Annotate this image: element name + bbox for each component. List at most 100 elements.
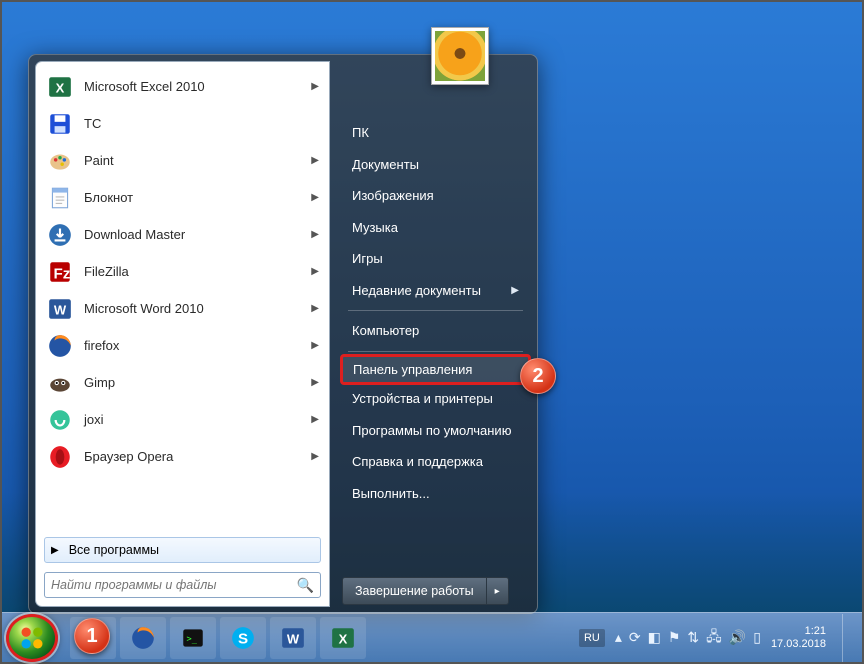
right-label: Справка и поддержка <box>352 454 483 469</box>
svg-text:>_: >_ <box>187 634 198 644</box>
submenu-arrow-icon: ▶ <box>511 285 519 296</box>
right-item-pc[interactable]: ПК <box>342 117 529 149</box>
submenu-arrow-icon: ▶ <box>311 377 319 388</box>
program-item-excel[interactable]: X Microsoft Excel 2010 ▶ <box>38 68 327 105</box>
taskbar-item-skype[interactable]: S <box>220 617 266 659</box>
taskbar: >_ S W X RU ▴ ⟳ ◧ ⚑ ⇅ 🖧 🔊 ▯ 1:21 17.03.2… <box>2 612 862 662</box>
program-item-tc[interactable]: TC <box>38 105 327 142</box>
right-item-help-support[interactable]: Справка и поддержка <box>342 446 529 478</box>
program-item-filezilla[interactable]: Fz FileZilla ▶ <box>38 253 327 290</box>
right-item-devices-printers[interactable]: Устройства и принтеры <box>342 383 529 415</box>
right-item-pictures[interactable]: Изображения <box>342 180 529 212</box>
paint-icon <box>46 147 74 175</box>
taskbar-item-excel[interactable]: X <box>320 617 366 659</box>
submenu-arrow-icon: ▶ <box>311 229 319 240</box>
joxi-icon <box>46 406 74 434</box>
filezilla-icon: Fz <box>46 258 74 286</box>
annotation-bubble-2: 2 <box>520 358 556 394</box>
shutdown-row: Завершение работы ▸ <box>342 577 529 605</box>
annotation-bubble-1: 1 <box>74 618 110 654</box>
submenu-arrow-icon: ▶ <box>311 155 319 166</box>
tray-app-icon[interactable]: ◧ <box>648 629 661 646</box>
taskbar-item-firefox[interactable] <box>120 617 166 659</box>
right-item-control-panel[interactable]: Панель управления <box>340 354 531 386</box>
search-input[interactable] <box>51 578 297 592</box>
right-item-run[interactable]: Выполнить... <box>342 478 529 510</box>
separator <box>348 351 523 352</box>
right-label: Изображения <box>352 188 434 203</box>
tray-battery-icon[interactable]: ▯ <box>753 629 761 646</box>
clock-time: 1:21 <box>771 625 826 638</box>
start-menu-right-pane: ПК Документы Изображения Музыка Игры Нед… <box>330 55 537 613</box>
taskbar-item-word[interactable]: W <box>270 617 316 659</box>
user-picture-flower-icon <box>435 31 485 81</box>
shutdown-label: Завершение работы <box>355 584 474 598</box>
right-label: Компьютер <box>352 323 419 338</box>
start-button[interactable] <box>6 614 58 662</box>
all-programs-label: Все программы <box>69 543 159 557</box>
all-programs-button[interactable]: ▶ Все программы <box>44 537 321 563</box>
right-item-computer[interactable]: Компьютер <box>342 315 529 347</box>
right-label: Недавние документы <box>352 283 481 298</box>
tray-shield-icon[interactable]: ⚑ <box>668 629 681 646</box>
save-icon <box>46 110 74 138</box>
shutdown-button[interactable]: Завершение работы <box>342 577 487 605</box>
firefox-icon <box>46 332 74 360</box>
tray-volume-icon[interactable]: 🔊 <box>729 629 746 646</box>
program-item-word[interactable]: W Microsoft Word 2010 ▶ <box>38 290 327 327</box>
program-item-paint[interactable]: Paint ▶ <box>38 142 327 179</box>
show-desktop-button[interactable] <box>842 614 854 662</box>
program-item-opera[interactable]: Браузер Opera ▶ <box>38 438 327 475</box>
svg-text:Fz: Fz <box>54 265 71 282</box>
taskbar-pinned-area: >_ S W X <box>70 617 366 659</box>
program-label: firefox <box>84 338 119 353</box>
word-icon: W <box>46 295 74 323</box>
taskbar-item-terminal[interactable]: >_ <box>170 617 216 659</box>
program-label: Paint <box>84 153 114 168</box>
program-item-gimp[interactable]: Gimp ▶ <box>38 364 327 401</box>
windows-logo-icon <box>18 624 46 652</box>
right-label: Игры <box>352 251 383 266</box>
right-item-documents[interactable]: Документы <box>342 149 529 181</box>
submenu-arrow-icon: ▶ <box>311 451 319 462</box>
right-label: ПК <box>352 125 369 140</box>
program-item-download-master[interactable]: Download Master ▶ <box>38 216 327 253</box>
system-tray: RU ▴ ⟳ ◧ ⚑ ⇅ 🖧 🔊 ▯ 1:21 17.03.2018 <box>579 614 854 662</box>
right-label: Музыка <box>352 220 398 235</box>
program-label: Браузер Opera <box>84 449 173 464</box>
tray-usb-icon[interactable]: ⇅ <box>687 629 699 646</box>
program-label: Download Master <box>84 227 185 242</box>
separator <box>348 310 523 311</box>
start-menu-left-pane: X Microsoft Excel 2010 ▶ TC Paint ▶ Блок… <box>35 61 330 607</box>
program-item-firefox[interactable]: firefox ▶ <box>38 327 327 364</box>
right-label: Панель управления <box>353 362 472 377</box>
shutdown-options-button[interactable]: ▸ <box>487 577 509 605</box>
program-label: Блокнот <box>84 190 133 205</box>
language-indicator[interactable]: RU <box>579 629 605 647</box>
program-label: Microsoft Excel 2010 <box>84 79 205 94</box>
submenu-arrow-icon: ▶ <box>311 303 319 314</box>
program-list: X Microsoft Excel 2010 ▶ TC Paint ▶ Блок… <box>38 68 327 534</box>
search-box[interactable]: 🔍 <box>44 572 321 598</box>
tray-sync-icon[interactable]: ⟳ <box>629 629 641 646</box>
program-label: Microsoft Word 2010 <box>84 301 204 316</box>
program-item-notepad[interactable]: Блокнот ▶ <box>38 179 327 216</box>
tray-chevron-up-icon[interactable]: ▴ <box>615 629 622 646</box>
submenu-arrow-icon: ▶ <box>311 414 319 425</box>
right-label: Документы <box>352 157 419 172</box>
gimp-icon <box>46 369 74 397</box>
right-label: Устройства и принтеры <box>352 391 493 406</box>
right-item-music[interactable]: Музыка <box>342 212 529 244</box>
taskbar-clock[interactable]: 1:21 17.03.2018 <box>771 625 826 650</box>
notepad-icon <box>46 184 74 212</box>
right-item-default-programs[interactable]: Программы по умолчанию <box>342 415 529 447</box>
program-item-joxi[interactable]: joxi ▶ <box>38 401 327 438</box>
svg-text:W: W <box>287 631 300 646</box>
tray-network-icon[interactable]: 🖧 <box>706 626 722 650</box>
user-picture-frame[interactable] <box>431 27 489 85</box>
program-label: FileZilla <box>84 264 129 279</box>
clock-date: 17.03.2018 <box>771 638 826 651</box>
search-icon: 🔍 <box>297 577 314 594</box>
right-item-recent-documents[interactable]: Недавние документы ▶ <box>342 275 529 307</box>
right-item-games[interactable]: Игры <box>342 243 529 275</box>
